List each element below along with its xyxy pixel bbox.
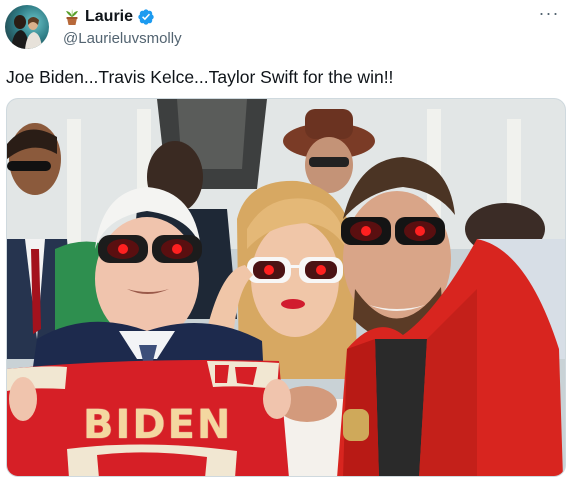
potted-plant-icon <box>63 8 81 26</box>
author-display-name[interactable]: Laurie <box>85 8 133 26</box>
verified-badge-icon <box>137 8 155 26</box>
tweet-card: Laurie @Laurieluvsmolly ··· Joe Biden...… <box>0 0 570 481</box>
more-options-icon[interactable]: ··· <box>536 4 562 26</box>
jersey-name-text: BIDEN <box>83 402 233 448</box>
author-name-row: Laurie <box>63 7 155 27</box>
tweet-text: Joe Biden...Travis Kelce...Taylor Swift … <box>6 67 394 87</box>
author-handle[interactable]: @Laurieluvsmolly <box>63 30 182 47</box>
tweet-media-image[interactable]: BIDEN <box>6 98 566 477</box>
author-avatar[interactable] <box>5 5 49 49</box>
